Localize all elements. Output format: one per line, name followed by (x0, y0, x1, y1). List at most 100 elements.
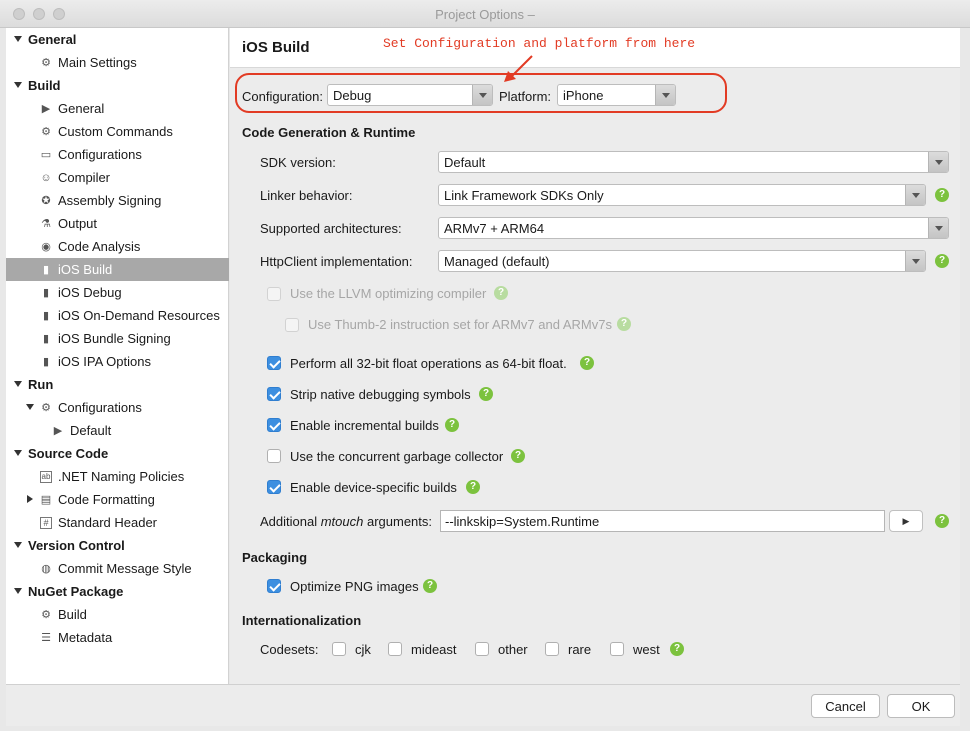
codeset-other-label: other (498, 642, 528, 657)
expand-arrow-icon[interactable] (14, 542, 22, 548)
expand-arrow-icon[interactable] (26, 404, 34, 410)
chevron-down-icon (928, 152, 948, 172)
strip-symbols-label: Strip native debugging symbols (290, 387, 471, 402)
insert-argument-button[interactable]: ▶ (889, 510, 923, 532)
sdk-version-dropdown[interactable]: Default (438, 151, 949, 173)
httpclient-dropdown[interactable]: Managed (default) (438, 250, 926, 272)
gear-icon: ⚙ (41, 609, 51, 621)
section-heading-codegen: Code Generation & Runtime (242, 125, 416, 140)
help-icon[interactable]: ? (935, 514, 949, 528)
ab-icon: ab (40, 470, 52, 483)
strip-symbols-checkbox[interactable] (267, 387, 281, 401)
phone-icon: ▮ (42, 264, 50, 276)
sidebar-category-version-control[interactable]: Version Control (6, 534, 229, 557)
ok-button[interactable]: OK (887, 694, 955, 718)
expand-arrow-icon[interactable] (14, 381, 22, 387)
expand-arrow-icon[interactable] (14, 36, 22, 42)
sidebar-item-configurations[interactable]: ▭ Configurations (6, 143, 229, 166)
help-icon[interactable]: ? (617, 317, 631, 331)
flask-icon: ⚗ (41, 218, 51, 230)
document-icon: ▤ (40, 494, 52, 506)
page-title: iOS Build (242, 39, 310, 56)
help-icon[interactable]: ? (511, 449, 525, 463)
help-icon[interactable]: ? (445, 418, 459, 432)
chevron-down-icon (472, 85, 492, 105)
gear-icon: ⚙ (41, 57, 51, 69)
sidebar-item-naming-policies[interactable]: ab .NET Naming Policies (6, 465, 229, 488)
options-sidebar: General ⚙ Main Settings Build ▶ General … (6, 28, 229, 684)
sidebar-item-ios-build[interactable]: ▮ iOS Build (6, 258, 229, 281)
annotation-note: Set Configuration and platform from here (383, 36, 696, 51)
expand-arrow-icon[interactable] (27, 495, 33, 503)
sidebar-item-nuget-build[interactable]: ⚙ Build (6, 603, 229, 626)
float64-label: Perform all 32-bit float operations as 6… (290, 356, 567, 371)
configuration-dropdown[interactable]: Debug (327, 84, 493, 106)
expand-arrow-icon[interactable] (14, 82, 22, 88)
codeset-cjk-label: cjk (355, 642, 371, 657)
sidebar-item-output[interactable]: ⚗ Output (6, 212, 229, 235)
concurrent-gc-checkbox[interactable] (267, 449, 281, 463)
sidebar-item-ios-bundle-signing[interactable]: ▮ iOS Bundle Signing (6, 327, 229, 350)
httpclient-label: HttpClient implementation: (260, 254, 413, 269)
codeset-mideast-checkbox[interactable] (388, 642, 402, 656)
sidebar-item-run-configurations[interactable]: ⚙ Configurations (6, 396, 229, 419)
codeset-other-checkbox[interactable] (475, 642, 489, 656)
sidebar-category-nuget-package[interactable]: NuGet Package (6, 580, 229, 603)
sidebar-item-standard-header[interactable]: # Standard Header (6, 511, 229, 534)
sidebar-item-ios-ipa-options[interactable]: ▮ iOS IPA Options (6, 350, 229, 373)
help-icon[interactable]: ? (423, 579, 437, 593)
help-icon[interactable]: ? (580, 356, 594, 370)
mtouch-args-input[interactable] (441, 511, 884, 531)
sidebar-item-default[interactable]: ▶ Default (6, 419, 229, 442)
sidebar-item-assembly-signing[interactable]: ✪ Assembly Signing (6, 189, 229, 212)
expand-arrow-icon[interactable] (14, 588, 22, 594)
codeset-west-label: west (633, 642, 660, 657)
float64-checkbox[interactable] (267, 356, 281, 370)
linker-behavior-dropdown[interactable]: Link Framework SDKs Only (438, 184, 926, 206)
sidebar-item-code-analysis[interactable]: ◉ Code Analysis (6, 235, 229, 258)
llvm-checkbox[interactable] (267, 287, 281, 301)
hash-icon: # (40, 516, 52, 529)
phone-icon: ▮ (42, 310, 50, 322)
sidebar-item-main-settings[interactable]: ⚙ Main Settings (6, 51, 229, 74)
llvm-label: Use the LLVM optimizing compiler (290, 286, 487, 301)
sidebar-item-code-formatting[interactable]: ▤ Code Formatting (6, 488, 229, 511)
codeset-cjk-checkbox[interactable] (332, 642, 346, 656)
mtouch-args-label: Additional mtouch arguments: (260, 514, 433, 529)
codeset-west-checkbox[interactable] (610, 642, 624, 656)
expand-arrow-icon[interactable] (14, 450, 22, 456)
help-icon[interactable]: ? (479, 387, 493, 401)
device-builds-checkbox[interactable] (267, 480, 281, 494)
sidebar-item-metadata[interactable]: ☰ Metadata (6, 626, 229, 649)
help-icon[interactable]: ? (935, 254, 949, 268)
thumb2-checkbox[interactable] (285, 318, 299, 332)
sidebar-item-custom-commands[interactable]: ⚙ Custom Commands (6, 120, 229, 143)
optimize-png-checkbox[interactable] (267, 579, 281, 593)
chevron-down-icon (928, 218, 948, 238)
architectures-dropdown[interactable]: ARMv7 + ARM64 (438, 217, 949, 239)
sidebar-category-run[interactable]: Run (6, 373, 229, 396)
codeset-rare-label: rare (568, 642, 592, 657)
target-icon: ◉ (41, 241, 51, 253)
phone-icon: ▮ (42, 356, 50, 368)
sidebar-item-build-general[interactable]: ▶ General (6, 97, 229, 120)
sidebar-item-ios-debug[interactable]: ▮ iOS Debug (6, 281, 229, 304)
help-icon[interactable]: ? (494, 286, 508, 300)
cancel-button[interactable]: Cancel (811, 694, 880, 718)
sidebar-category-general[interactable]: General (6, 28, 229, 51)
sidebar-category-build[interactable]: Build (6, 74, 229, 97)
mtouch-args-field[interactable] (440, 510, 885, 532)
sidebar-item-compiler[interactable]: ☺ Compiler (6, 166, 229, 189)
codeset-rare-checkbox[interactable] (545, 642, 559, 656)
sidebar-item-commit-message-style[interactable]: ◍ Commit Message Style (6, 557, 229, 580)
help-icon[interactable]: ? (466, 480, 480, 494)
play-icon: ▶ (41, 103, 51, 115)
codesets-label: Codesets: (260, 642, 319, 657)
incremental-builds-checkbox[interactable] (267, 418, 281, 432)
sidebar-category-source-code[interactable]: Source Code (6, 442, 229, 465)
sidebar-item-ios-on-demand-resources[interactable]: ▮ iOS On-Demand Resources (6, 304, 229, 327)
help-icon[interactable]: ? (935, 188, 949, 202)
title-bar: Project Options – (0, 0, 970, 28)
platform-dropdown[interactable]: iPhone (557, 84, 676, 106)
help-icon[interactable]: ? (670, 642, 684, 656)
